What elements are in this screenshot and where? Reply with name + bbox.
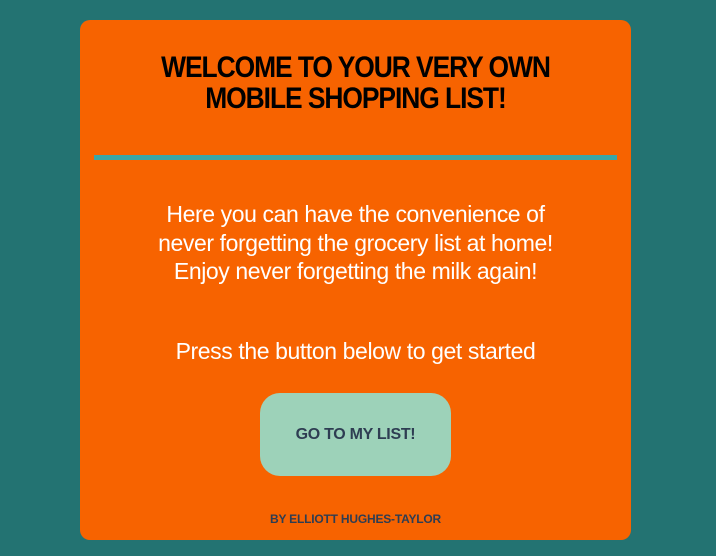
title-line-2: MOBILE SHOPPING LIST!: [205, 82, 507, 115]
cta-text: Press the button below to get started: [175, 338, 536, 364]
page-title: WELCOME TO YOUR VERY OWN MOBILE SHOPPING…: [113, 52, 598, 114]
author-credit: BY ELLIOTT HUGHES-TAYLOR: [270, 512, 441, 526]
title-line-1: WELCOME TO YOUR VERY OWN: [161, 51, 551, 84]
intro-text: Here you can have the convenience of nev…: [158, 201, 553, 284]
welcome-card: WELCOME TO YOUR VERY OWN MOBILE SHOPPING…: [80, 20, 631, 540]
go-to-list-button[interactable]: GO TO MY LIST!: [260, 393, 451, 476]
divider: [94, 155, 617, 160]
